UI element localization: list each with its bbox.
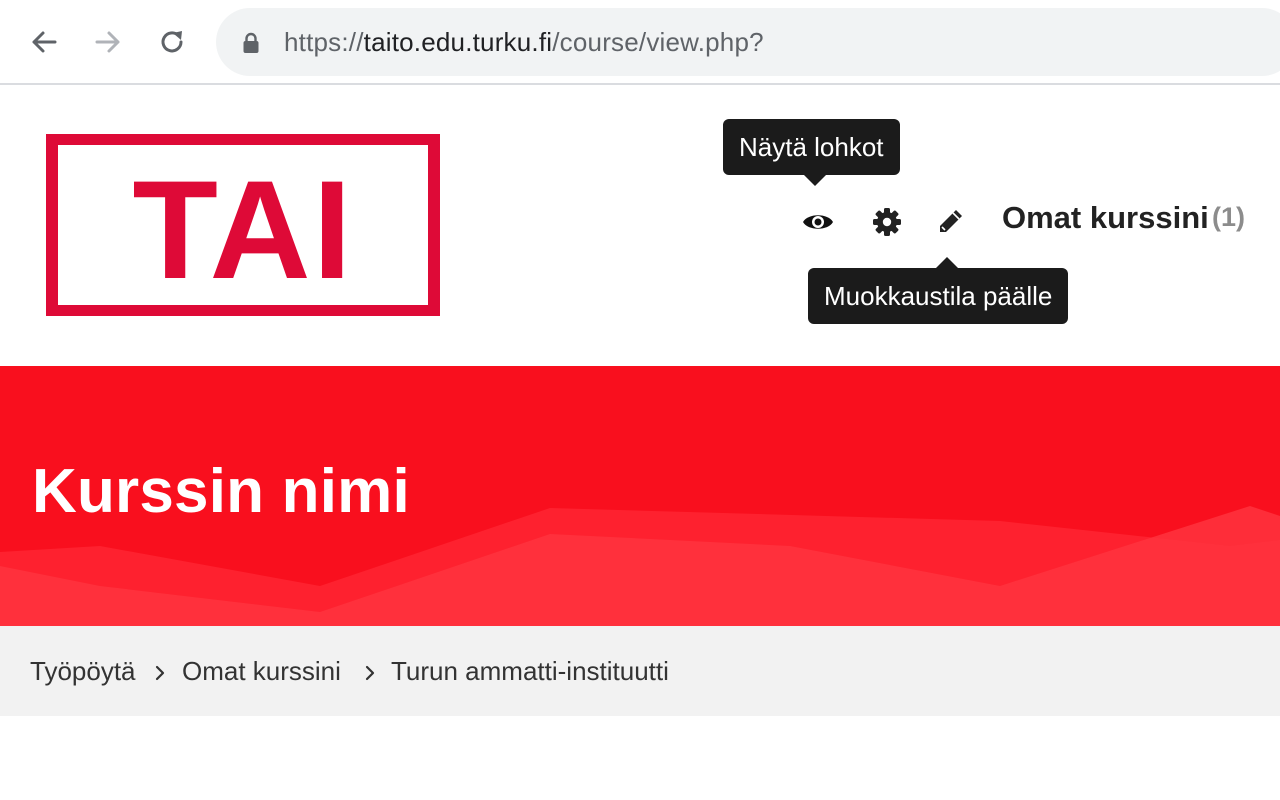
edit-mode-button[interactable] xyxy=(930,202,970,242)
back-arrow-icon xyxy=(32,31,57,53)
pencil-icon xyxy=(940,210,962,232)
tooltip-show-blocks: Näytä lohkot xyxy=(723,119,900,186)
course-settings-button[interactable] xyxy=(867,202,907,242)
lock-icon xyxy=(243,32,259,53)
url-host: taito.edu.turku.fi xyxy=(363,27,553,57)
breadcrumb-institute[interactable]: Turun ammatti-instituutti xyxy=(391,656,669,687)
url-path: /course/view.php? xyxy=(552,27,764,57)
forward-button[interactable] xyxy=(88,22,128,62)
back-button[interactable] xyxy=(24,22,64,62)
logo-text: TAI xyxy=(132,151,353,308)
chevron-right-icon xyxy=(365,665,375,681)
my-courses-label: Omat kurssini xyxy=(1002,200,1209,235)
site-logo[interactable]: TAI xyxy=(46,134,440,316)
reload-icon xyxy=(161,31,183,53)
forward-arrow-icon xyxy=(95,31,120,53)
breadcrumb-dashboard[interactable]: Työpöytä xyxy=(30,656,136,687)
breadcrumb-my-courses[interactable]: Omat kurssini xyxy=(182,656,341,687)
chevron-right-icon xyxy=(155,665,165,681)
url-text[interactable]: https://taito.edu.turku.fi/course/view.p… xyxy=(284,27,764,58)
my-courses-count: (1) xyxy=(1212,202,1245,232)
url-prefix: https:// xyxy=(284,27,364,57)
gear-icon xyxy=(873,208,901,236)
address-bar[interactable]: https://taito.edu.turku.fi/course/view.p… xyxy=(216,8,1280,76)
my-courses-link[interactable]: Omat kurssini (1) xyxy=(1002,200,1245,236)
eye-icon xyxy=(803,215,833,229)
browser-toolbar: https://taito.edu.turku.fi/course/view.p… xyxy=(0,0,1280,85)
reload-button[interactable] xyxy=(152,22,192,62)
tooltip-edit-mode: Muokkaustila päälle xyxy=(808,257,1069,324)
course-title: Kurssin nimi xyxy=(32,457,410,526)
breadcrumb: Työpöytä Omat kurssini Turun ammatti-ins… xyxy=(0,626,1280,716)
course-banner: Kurssin nimi xyxy=(0,366,1280,626)
show-blocks-button[interactable] xyxy=(798,202,838,242)
